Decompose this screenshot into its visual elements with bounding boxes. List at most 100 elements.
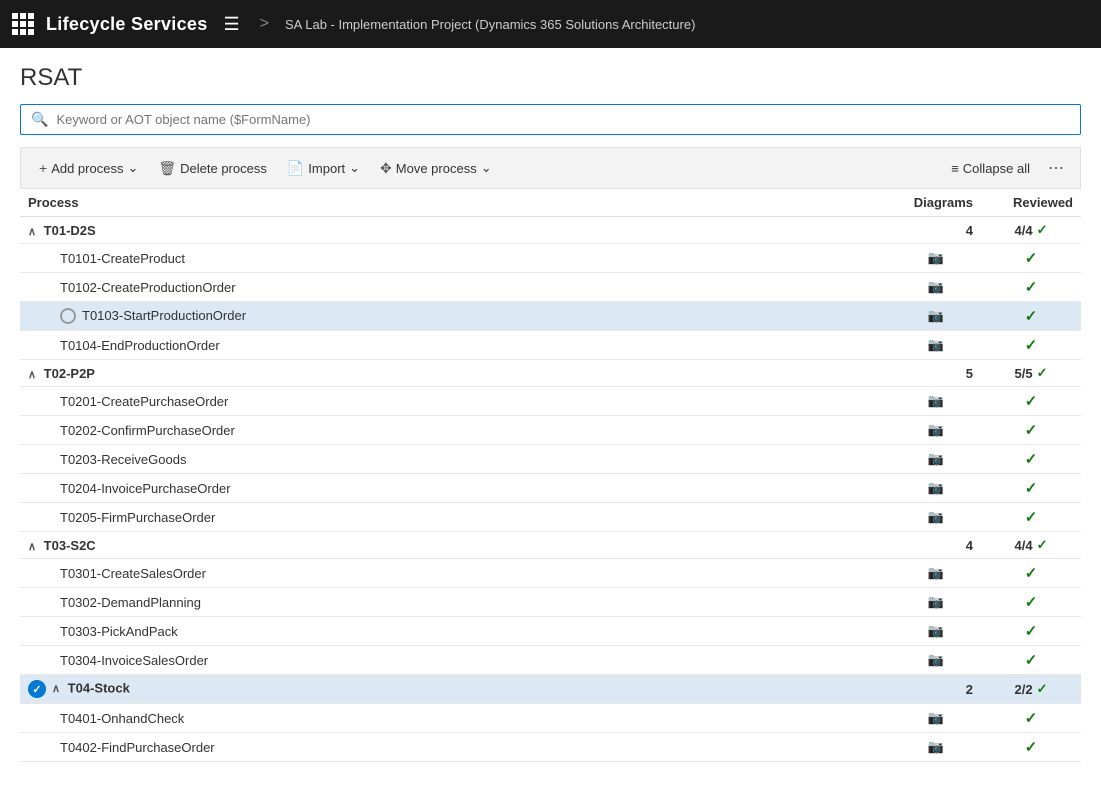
col-process: Process [20, 189, 891, 217]
process-label-text: T0304-InvoiceSalesOrder [60, 653, 208, 668]
collapse-all-button[interactable]: ≡ Collapse all [943, 157, 1038, 180]
diagram-icon: 📷️ [928, 451, 944, 467]
table-row-T0103[interactable]: T0103-StartProductionOrder 📷️ ✓ [20, 302, 1081, 331]
reviewed-check-cell: ✓ [981, 588, 1081, 617]
reviewed-check-cell: ✓ [981, 503, 1081, 532]
reviewed-check-cell: ✓ [981, 387, 1081, 416]
diagram-icon-cell: 📷️ [891, 588, 981, 617]
group-label-text: T04-Stock [64, 680, 130, 695]
diagram-icon-cell: 📷️ [891, 387, 981, 416]
group-label-T02-P2P: ∧ T02-P2P [20, 360, 891, 387]
diagram-icon-cell: 📷️ [891, 302, 981, 331]
diagram-icon: 📷️ [928, 308, 944, 324]
page-content: RSAT 🔍 + Add process ⌄ 🗑 Delete process … [0, 48, 1101, 762]
process-label-text: T0101-CreateProduct [60, 251, 185, 266]
diagram-icon: 📷️ [928, 337, 944, 353]
diagrams-count: 5 [891, 360, 981, 387]
process-label-T0104: T0104-EndProductionOrder [20, 331, 891, 360]
process-label-T0103: T0103-StartProductionOrder [20, 302, 891, 331]
table-row-T0302[interactable]: T0302-DemandPlanning 📷️✓ [20, 588, 1081, 617]
process-label-text: T0301-CreateSalesOrder [60, 566, 206, 581]
move-icon: ✥ [380, 160, 392, 177]
table-row-T0204[interactable]: T0204-InvoicePurchaseOrder📷️✓ [20, 474, 1081, 503]
check-icon: ✓ [1025, 565, 1038, 582]
table-row-T0402[interactable]: T0402-FindPurchaseOrder📷️✓ [20, 733, 1081, 762]
diagram-icon-cell: 📷️ [891, 733, 981, 762]
diagram-icon: 📷️ [928, 250, 944, 266]
check-icon: ✓ [1025, 509, 1038, 526]
diagram-icon-cell: 📷️ [891, 474, 981, 503]
check-icon: ✓ [1025, 250, 1038, 267]
diagram-icon: 📷️ [928, 422, 944, 438]
process-label-T0203: T0203-ReceiveGoods [20, 445, 891, 474]
process-label-T0101: T0101-CreateProduct [20, 244, 891, 273]
process-label-T0202: T0202-ConfirmPurchaseOrder [20, 416, 891, 445]
table-row-T0104[interactable]: T0104-EndProductionOrder📷️✓ [20, 331, 1081, 360]
table-row-T0301[interactable]: T0301-CreateSalesOrder📷️✓ [20, 559, 1081, 588]
group-label-text: T03-S2C [40, 538, 96, 553]
diagram-icon-cell: 📷️ [891, 416, 981, 445]
expand-icon[interactable]: ∧ [28, 541, 36, 553]
diagram-icon: 📷️ [928, 393, 944, 409]
search-input[interactable] [56, 112, 1070, 127]
process-label-text: T0104-EndProductionOrder [60, 338, 220, 353]
table-row-T0201[interactable]: T0201-CreatePurchaseOrder📷️✓ [20, 387, 1081, 416]
table-row-T0205[interactable]: T0205-FirmPurchaseOrder 📷️ ✓ [20, 503, 1081, 532]
toolbar: + Add process ⌄ 🗑 Delete process 📄 Impor… [20, 147, 1081, 189]
diagram-icon: 📷️ [928, 509, 944, 525]
process-label-T0301: T0301-CreateSalesOrder [20, 559, 891, 588]
group-row-T03-S2C[interactable]: ∧ T03-S2C44/4 ✓ [20, 532, 1081, 559]
reviewed-check-cell: ✓ [981, 416, 1081, 445]
diagrams-count: 4 [891, 217, 981, 244]
table-row-T0101[interactable]: T0101-CreateProduct 📷️ ✓ [20, 244, 1081, 273]
reviewed-check-icon: ✓ [1037, 681, 1048, 697]
delete-icon: 🗑 [158, 160, 176, 177]
table-row-T0303[interactable]: T0303-PickAndPack📷️✓ [20, 617, 1081, 646]
process-label-text: T0205-FirmPurchaseOrder [60, 510, 215, 525]
process-table: Process Diagrams Reviewed ∧ T01-D2S44/4 … [20, 189, 1081, 762]
table-row-T0202[interactable]: T0202-ConfirmPurchaseOrder 📷️ ✓ [20, 416, 1081, 445]
process-label-text: T0303-PickAndPack [60, 624, 178, 639]
check-icon: ✓ [1025, 393, 1038, 410]
plus-icon: + [39, 160, 47, 176]
process-label-text: T0202-ConfirmPurchaseOrder [60, 423, 235, 438]
add-process-button[interactable]: + Add process ⌄ [31, 156, 146, 180]
diagram-icon: 📷️ [928, 652, 944, 668]
process-label-T0204: T0204-InvoicePurchaseOrder [20, 474, 891, 503]
process-label-T0402: T0402-FindPurchaseOrder [20, 733, 891, 762]
move-process-button[interactable]: ✥ Move process ⌄ [372, 156, 500, 181]
import-button[interactable]: 📄 Import ⌄ [279, 156, 368, 181]
apps-icon[interactable] [12, 13, 34, 35]
process-label-text: T0401-OnhandCheck [60, 711, 184, 726]
process-label-text: T0204-InvoicePurchaseOrder [60, 481, 231, 496]
table-row-T0102[interactable]: T0102-CreateProductionOrder📷️✓ [20, 273, 1081, 302]
table-row-T0304[interactable]: T0304-InvoiceSalesOrder📷️✓ [20, 646, 1081, 675]
diagram-icon: 📷️ [928, 739, 944, 755]
group-row-T02-P2P[interactable]: ∧ T02-P2P55/5 ✓ [20, 360, 1081, 387]
process-label-text: T0102-CreateProductionOrder [60, 280, 236, 295]
diagram-icon-cell: 📷️ [891, 704, 981, 733]
table-row-T0203[interactable]: T0203-ReceiveGoods📷️✓ [20, 445, 1081, 474]
reviewed-cell: 2/2 ✓ [981, 675, 1081, 704]
diagram-icon-cell: 📷️ [891, 244, 981, 273]
expand-icon[interactable]: ∧ [52, 683, 60, 695]
import-chevron: ⌄ [349, 160, 360, 176]
process-label-T0102: T0102-CreateProductionOrder [20, 273, 891, 302]
group-label-T01-D2S: ∧ T01-D2S [20, 217, 891, 244]
more-options-button[interactable]: ⋯ [1042, 154, 1070, 182]
diagram-icon: 📷️ [928, 623, 944, 639]
delete-process-label: Delete process [180, 161, 267, 176]
reviewed-cell: 5/5 ✓ [981, 360, 1081, 387]
group-row-T01-D2S[interactable]: ∧ T01-D2S44/4 ✓ [20, 217, 1081, 244]
expand-icon[interactable]: ∧ [28, 226, 36, 238]
delete-process-button[interactable]: 🗑 Delete process [150, 156, 275, 181]
expand-icon[interactable]: ∧ [28, 369, 36, 381]
reviewed-check-cell: ✓ [981, 244, 1081, 273]
diagram-icon-cell: 📷️ [891, 445, 981, 474]
group-row-T04-Stock[interactable]: ✓∧ T04-Stock22/2 ✓ [20, 675, 1081, 704]
hamburger-icon[interactable]: ☰ [220, 10, 244, 39]
process-label-text: T0402-FindPurchaseOrder [60, 740, 215, 755]
table-row-T0401[interactable]: T0401-OnhandCheck📷️✓ [20, 704, 1081, 733]
process-label-text: T0302-DemandPlanning [60, 595, 201, 610]
check-icon: ✓ [1025, 308, 1038, 325]
